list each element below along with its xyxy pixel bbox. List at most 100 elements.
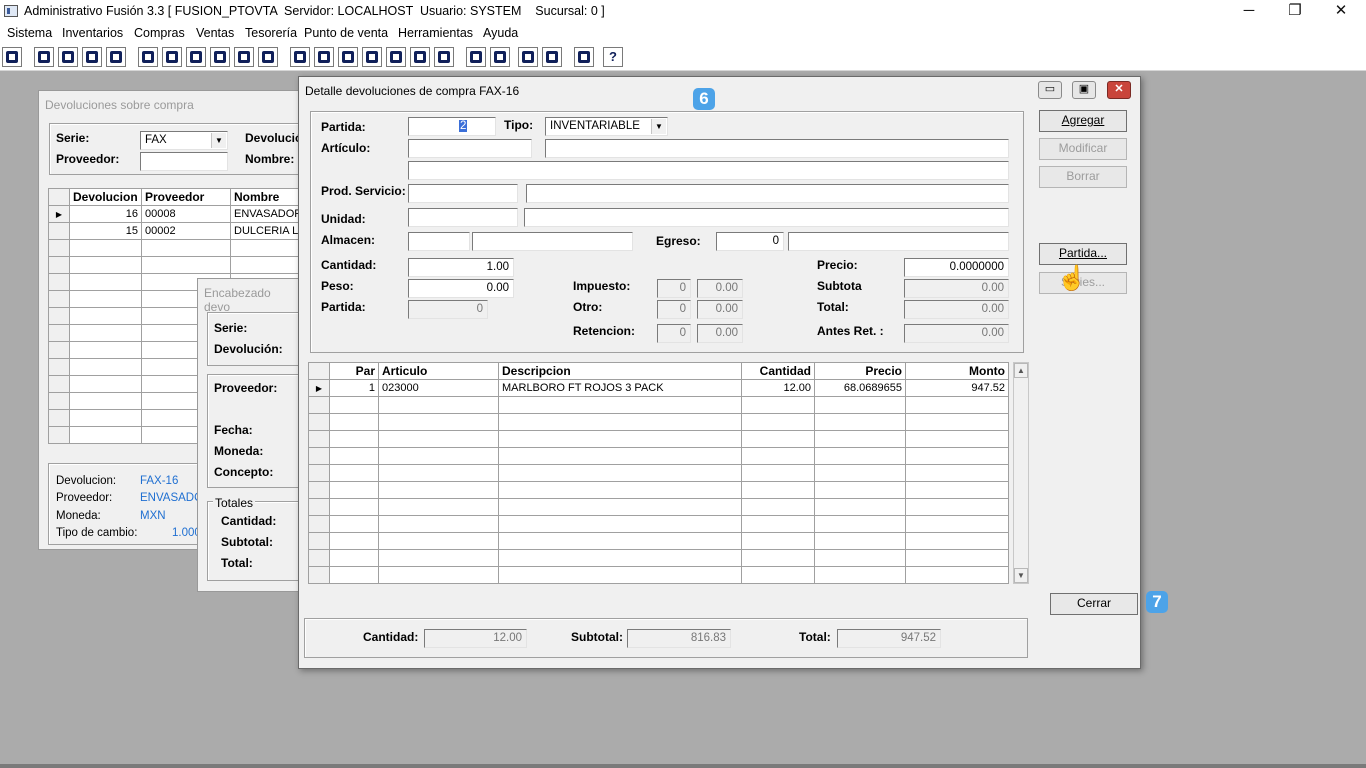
serie-combo[interactable]: FAX ▼	[140, 131, 228, 150]
document-icon[interactable]	[234, 47, 254, 67]
egreso-input[interactable]: 0	[716, 232, 784, 251]
print-icon[interactable]	[186, 47, 206, 67]
subtotal-input[interactable]: 0.00	[904, 279, 1009, 298]
retencion-pct-input[interactable]: 0	[657, 324, 691, 343]
app-title-bar: Administrativo Fusión 3.3 [ FUSION_PTOVT…	[0, 0, 1366, 23]
export-icon[interactable]	[338, 47, 358, 67]
almacen-desc-input[interactable]	[472, 232, 633, 251]
column-header-descripcion[interactable]: Descripcion	[498, 362, 742, 380]
paste-icon[interactable]	[58, 47, 78, 67]
table-row[interactable]: ▶ 16 00008 ENVASADORA	[48, 205, 303, 223]
chevron-down-icon[interactable]: ▼	[211, 133, 226, 148]
menu-sistema[interactable]: Sistema	[7, 26, 52, 40]
partida-label: Partida:	[321, 120, 366, 134]
egreso-desc-input[interactable]	[788, 232, 1009, 251]
column-header-proveedor[interactable]: Proveedor	[141, 188, 231, 206]
scroll-down-icon[interactable]: ▼	[1014, 568, 1028, 583]
detalle-close-icon[interactable]: ✕	[1107, 81, 1131, 99]
chevron-down-icon[interactable]: ▼	[651, 119, 666, 134]
close-button[interactable]: ✕	[1318, 0, 1364, 23]
add-icon[interactable]	[362, 47, 382, 67]
encabezado-concepto-label: Concepto:	[214, 465, 274, 479]
agregar-button[interactable]: Agregar	[1039, 110, 1127, 132]
folder-icon[interactable]	[162, 47, 182, 67]
menu-punto-de-venta[interactable]: Punto de venta	[304, 26, 388, 40]
printer-icon[interactable]	[210, 47, 230, 67]
menu-ventas[interactable]: Ventas	[196, 26, 234, 40]
column-header-devolucion[interactable]: Devolucion	[69, 188, 142, 206]
money-icon[interactable]	[386, 47, 406, 67]
tipo-combo[interactable]: INVENTARIABLE ▼	[545, 117, 668, 136]
impuesto-value-input[interactable]: 0.00	[697, 279, 743, 298]
table-row[interactable]: 15 00002 DULCERIA LA	[48, 222, 303, 240]
modificar-button[interactable]: Modificar	[1039, 138, 1127, 160]
column-header-nombre[interactable]: Nombre	[230, 188, 303, 206]
prod-servicio-code-input[interactable]	[408, 184, 518, 203]
transfer-icon[interactable]	[82, 47, 102, 67]
articulo-code-input[interactable]	[408, 139, 532, 158]
detalle-maximize-icon[interactable]: ▣	[1072, 81, 1096, 99]
column-header-par[interactable]: Par	[329, 362, 379, 380]
undo-icon[interactable]	[542, 47, 562, 67]
unidad-desc-input[interactable]	[524, 208, 1009, 227]
partida-input[interactable]: 2	[408, 117, 496, 136]
detalle-minimize-icon[interactable]: ▭	[1038, 81, 1062, 99]
prod-servicio-label: Prod. Servicio:	[321, 184, 406, 198]
restore-button[interactable]: ❐	[1272, 0, 1318, 23]
report-icon[interactable]	[410, 47, 430, 67]
list-icon[interactable]	[258, 47, 278, 67]
open-folder-icon[interactable]	[314, 47, 334, 67]
articulo-desc2-input[interactable]	[408, 161, 1009, 180]
people-icon[interactable]	[290, 47, 310, 67]
retencion-value-input[interactable]: 0.00	[697, 324, 743, 343]
home-icon[interactable]	[466, 47, 486, 67]
partida-button[interactable]: Partida...	[1039, 243, 1127, 265]
calculator-icon[interactable]	[2, 47, 22, 67]
user-icon[interactable]	[138, 47, 158, 67]
detalle-grid-scrollbar[interactable]: ▲ ▼	[1013, 362, 1029, 584]
column-header-precio[interactable]: Precio	[814, 362, 906, 380]
table-row[interactable]: ▶ 1 023000 MARLBORO FT ROJOS 3 PACK 12.0…	[308, 379, 1009, 397]
menu-inventarios[interactable]: Inventarios	[62, 26, 123, 40]
menu-tesoreria[interactable]: Tesorería	[245, 26, 297, 40]
scroll-up-icon[interactable]: ▲	[1014, 363, 1028, 378]
antes-ret-input[interactable]: 0.00	[904, 324, 1009, 343]
help-icon[interactable]: ?	[603, 47, 623, 67]
otro-value-input[interactable]: 0.00	[697, 300, 743, 319]
borrar-button[interactable]: Borrar	[1039, 166, 1127, 188]
impuesto-pct-input[interactable]: 0	[657, 279, 691, 298]
copy-icon[interactable]	[34, 47, 54, 67]
nombre-filter-label: Nombre:	[245, 152, 295, 166]
menu-compras[interactable]: Compras	[134, 26, 185, 40]
unidad-code-input[interactable]	[408, 208, 518, 227]
menu-herramientas[interactable]: Herramientas	[398, 26, 473, 40]
cerrar-button[interactable]: Cerrar	[1050, 593, 1138, 615]
table-row	[308, 396, 1009, 414]
minimize-button[interactable]: ─	[1226, 0, 1272, 23]
total-input[interactable]: 0.00	[904, 300, 1009, 319]
totales-subtotal-label: Subtotal:	[221, 535, 273, 549]
precio-input[interactable]: 0.0000000	[904, 258, 1009, 277]
summary-tipo-cambio-label: Tipo de cambio:	[56, 527, 138, 539]
back-icon[interactable]	[574, 47, 594, 67]
find-icon[interactable]	[106, 47, 126, 67]
totals-total-label: Total:	[799, 630, 831, 644]
otro-pct-input[interactable]: 0	[657, 300, 691, 319]
unidad-label: Unidad:	[321, 212, 366, 226]
refresh-icon[interactable]	[518, 47, 538, 67]
partida-secondary-input[interactable]: 0	[408, 300, 488, 319]
search-icon[interactable]	[490, 47, 510, 67]
menu-ayuda[interactable]: Ayuda	[483, 26, 518, 40]
articulo-desc-input[interactable]	[545, 139, 1009, 158]
almacen-code-input[interactable]	[408, 232, 470, 251]
column-header-articulo[interactable]: Articulo	[378, 362, 499, 380]
proveedor-filter-input[interactable]	[140, 152, 228, 171]
table-icon[interactable]	[434, 47, 454, 67]
column-header-monto[interactable]: Monto	[905, 362, 1009, 380]
detalle-window: Detalle devoluciones de compra FAX-16 ▭ …	[298, 76, 1141, 669]
cantidad-input[interactable]: 1.00	[408, 258, 514, 277]
peso-input[interactable]: 0.00	[408, 279, 514, 298]
totals-total-value: 947.52	[837, 629, 941, 648]
prod-servicio-desc-input[interactable]	[526, 184, 1009, 203]
column-header-cantidad[interactable]: Cantidad	[741, 362, 815, 380]
